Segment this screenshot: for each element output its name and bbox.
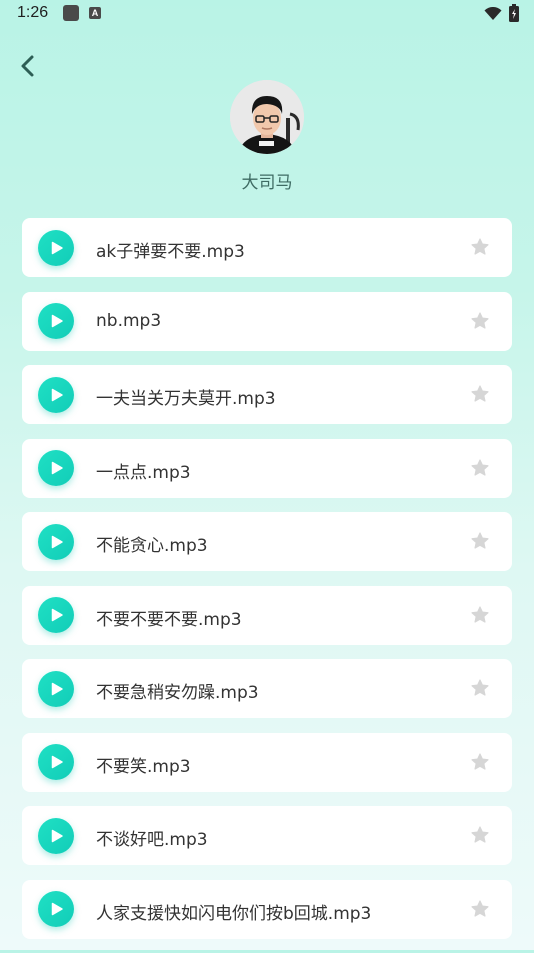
track-title: nb.mp3 bbox=[96, 310, 162, 331]
star-icon bbox=[471, 605, 489, 623]
favorite-button[interactable] bbox=[470, 678, 490, 698]
track-item[interactable]: 不要不要不要.mp3 bbox=[22, 585, 512, 645]
play-icon bbox=[51, 241, 63, 254]
play-button[interactable] bbox=[38, 597, 74, 633]
favorite-button[interactable] bbox=[470, 458, 490, 478]
app-square-icon bbox=[63, 5, 79, 21]
favorite-button[interactable] bbox=[470, 605, 490, 625]
play-icon bbox=[51, 682, 63, 695]
play-icon bbox=[51, 388, 63, 401]
star-icon bbox=[471, 679, 489, 696]
track-item[interactable]: 一点点.mp3 bbox=[22, 438, 512, 498]
track-title: 人家支援快如闪电你们按b回城.mp3 bbox=[96, 903, 372, 924]
wifi-icon bbox=[484, 6, 502, 25]
avatar-photo bbox=[230, 80, 304, 154]
star-icon bbox=[471, 899, 489, 917]
play-icon bbox=[51, 902, 63, 916]
track-item[interactable]: 人家支援快如闪电你们按b回城.mp3 bbox=[22, 879, 512, 939]
star-icon bbox=[471, 238, 489, 255]
star-icon bbox=[471, 532, 489, 549]
favorite-button[interactable] bbox=[470, 237, 490, 257]
play-button[interactable] bbox=[38, 229, 74, 266]
play-button[interactable] bbox=[38, 376, 74, 413]
status-bar: 1:26 A bbox=[0, 0, 534, 28]
favorite-button[interactable] bbox=[470, 531, 490, 551]
favorite-button[interactable] bbox=[470, 384, 490, 404]
play-button[interactable] bbox=[38, 817, 74, 854]
track-title: 一点点.mp3 bbox=[96, 462, 191, 483]
play-icon bbox=[51, 608, 63, 622]
play-button[interactable] bbox=[38, 303, 74, 339]
status-time: 1:26 bbox=[17, 4, 49, 21]
star-icon bbox=[471, 826, 489, 843]
track-item[interactable]: 不能贪心.mp3 bbox=[22, 512, 512, 571]
track-title: 不要笑.mp3 bbox=[96, 756, 191, 777]
play-icon bbox=[51, 535, 63, 548]
play-button[interactable] bbox=[38, 450, 74, 486]
star-icon bbox=[471, 752, 489, 770]
star-icon bbox=[471, 458, 489, 476]
favorite-button[interactable] bbox=[470, 752, 490, 772]
track-title: 一夫当关万夫莫开.mp3 bbox=[96, 389, 276, 409]
play-icon bbox=[51, 314, 63, 328]
play-button[interactable] bbox=[38, 523, 74, 560]
track-item[interactable]: 不要笑.mp3 bbox=[22, 732, 512, 792]
track-item[interactable]: nb.mp3 bbox=[22, 291, 512, 351]
track-title: ak子弹要不要.mp3 bbox=[96, 242, 245, 262]
chevron-left-icon bbox=[21, 55, 34, 77]
back-button[interactable] bbox=[14, 52, 42, 80]
avatar bbox=[230, 80, 304, 154]
track-item[interactable]: ak子弹要不要.mp3 bbox=[22, 218, 512, 277]
star-icon bbox=[471, 311, 489, 329]
track-item[interactable]: 不谈好吧.mp3 bbox=[22, 806, 512, 865]
battery-icon bbox=[509, 4, 519, 26]
track-title: 不要不要不要.mp3 bbox=[96, 609, 242, 630]
play-icon bbox=[51, 461, 63, 475]
app-a-icon: A bbox=[89, 7, 101, 19]
track-item[interactable]: 一夫当关万夫莫开.mp3 bbox=[22, 365, 512, 424]
play-icon bbox=[51, 755, 63, 769]
track-title: 不要急稍安勿躁.mp3 bbox=[96, 683, 259, 703]
track-title: 不谈好吧.mp3 bbox=[96, 830, 208, 850]
track-title: 不能贪心.mp3 bbox=[96, 536, 208, 556]
star-icon bbox=[471, 385, 489, 402]
play-button[interactable] bbox=[38, 744, 74, 780]
play-button[interactable] bbox=[38, 670, 74, 707]
user-name: 大司马 bbox=[241, 173, 293, 193]
favorite-button[interactable] bbox=[470, 825, 490, 845]
favorite-button[interactable] bbox=[470, 899, 490, 919]
track-list: ak子弹要不要.mp3 nb.mp3 一夫当关万夫莫开.mp3 一点点.mp3 bbox=[22, 218, 512, 953]
track-item[interactable]: 不要急稍安勿躁.mp3 bbox=[22, 659, 512, 718]
favorite-button[interactable] bbox=[470, 311, 490, 331]
play-icon bbox=[51, 829, 63, 842]
play-button[interactable] bbox=[38, 891, 74, 927]
